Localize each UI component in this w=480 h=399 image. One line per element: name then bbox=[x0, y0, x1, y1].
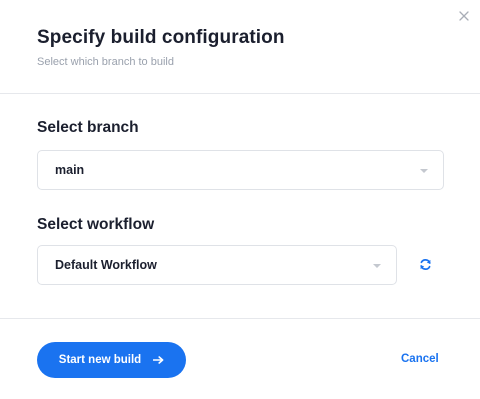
chevron-down-icon bbox=[420, 169, 428, 173]
footer-divider bbox=[0, 318, 480, 319]
dialog-title: Specify build configuration bbox=[37, 27, 285, 48]
refresh-workflows-button[interactable] bbox=[416, 255, 434, 273]
build-config-dialog: Specify build configuration Select which… bbox=[0, 0, 480, 399]
cancel-button[interactable]: Cancel bbox=[401, 353, 439, 365]
branch-select-value: main bbox=[55, 163, 85, 177]
branch-label: Select branch bbox=[37, 119, 139, 136]
dialog-subtitle: Select which branch to build bbox=[37, 56, 174, 68]
start-new-build-button[interactable]: Start new build bbox=[37, 342, 186, 378]
workflow-select-value: Default Workflow bbox=[55, 258, 157, 272]
dialog-header: Specify build configuration Select which… bbox=[0, 0, 480, 94]
workflow-select[interactable]: Default Workflow bbox=[37, 245, 397, 285]
workflow-label: Select workflow bbox=[37, 216, 155, 233]
start-new-build-label: Start new build bbox=[58, 354, 142, 366]
arrow-right-icon bbox=[153, 356, 164, 364]
refresh-icon bbox=[419, 258, 431, 270]
chevron-down-icon bbox=[373, 264, 381, 268]
branch-select[interactable]: main bbox=[37, 150, 444, 190]
